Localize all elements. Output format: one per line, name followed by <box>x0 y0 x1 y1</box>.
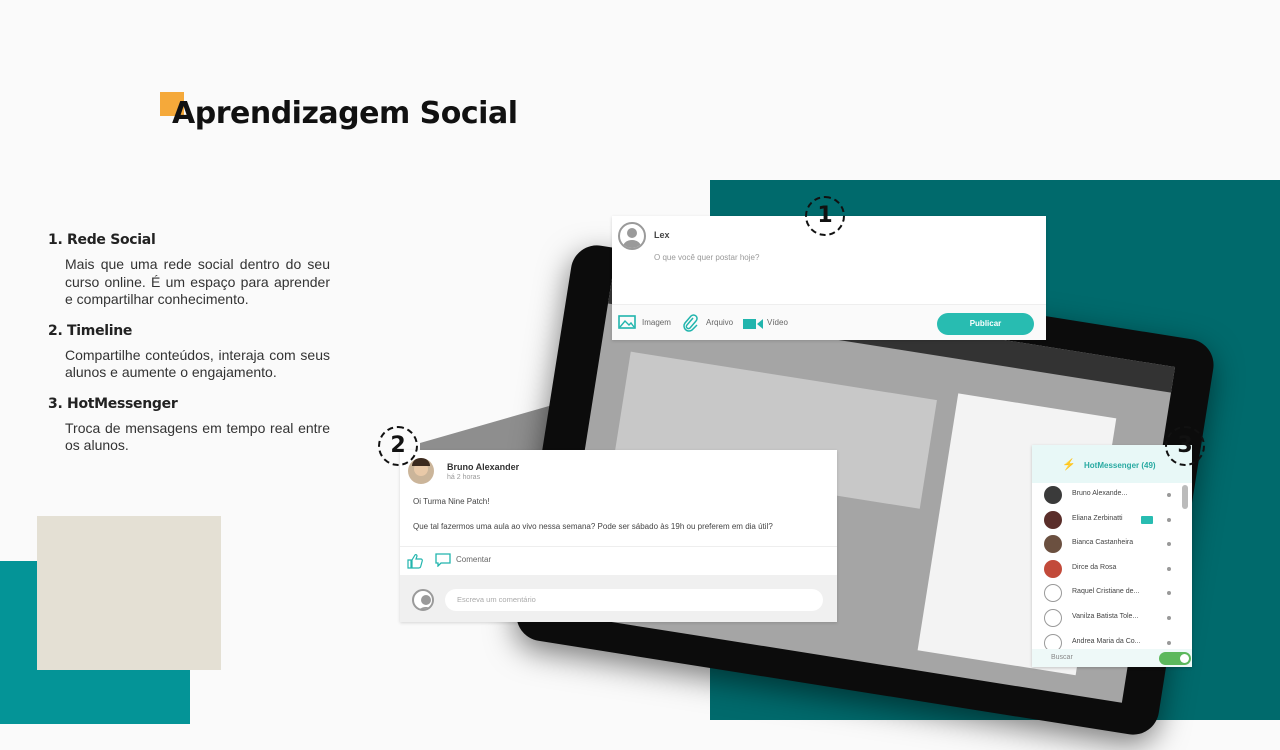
file-attach-button[interactable]: Arquivo <box>682 314 733 337</box>
feature-heading: 2. Timeline <box>48 322 133 339</box>
contact-list-scrollbar[interactable] <box>1182 485 1188 509</box>
hotmessenger-panel: ⚡ HotMessenger (49) Bruno Alexande... Eli… <box>1032 445 1192 667</box>
post-time: há 2 horas <box>447 474 481 481</box>
contact-avatar <box>1044 559 1062 578</box>
contact-list: Bruno Alexande... Eliana Zerbinatti Bianca… <box>1032 483 1182 655</box>
feature-description: Mais que uma rede social dentro do seu c… <box>65 256 330 307</box>
video-label: Vídeo <box>767 318 788 327</box>
contact-avatar <box>1044 486 1062 504</box>
like-button[interactable] <box>407 553 423 574</box>
contact-row[interactable]: Bruno Alexande... <box>1032 483 1182 508</box>
commenter-avatar-icon <box>412 589 434 611</box>
marker-2: 2 <box>378 426 418 466</box>
contact-avatar <box>1044 510 1062 529</box>
contact-name: Dirce da Rosa <box>1072 563 1117 571</box>
file-label: Arquivo <box>706 318 734 327</box>
post-actions: Comentar <box>400 546 837 574</box>
hotmessenger-footer: Buscar <box>1032 649 1192 667</box>
comment-input[interactable]: Escreva um comentário <box>445 589 823 611</box>
status-dot-icon <box>1167 615 1171 620</box>
contact-row[interactable]: Vanilza Batista Tole... <box>1032 606 1182 631</box>
status-dot-icon <box>1167 591 1171 596</box>
contact-name: Vanilza Batista Tole... <box>1072 612 1139 620</box>
status-dot-icon <box>1167 566 1171 571</box>
contact-avatar <box>1044 584 1062 603</box>
page-title: Aprendizagem Social <box>172 96 518 131</box>
user-avatar-icon <box>618 222 646 250</box>
video-attach-button[interactable]: Vídeo <box>743 317 788 335</box>
features-list: 1. Rede Social Mais que uma rede social … <box>48 232 330 469</box>
contact-row[interactable]: Bianca Castanheira <box>1032 532 1182 557</box>
comment-button[interactable]: Comentar <box>435 553 491 572</box>
hotmessenger-title: HotMessenger (49) <box>1084 461 1156 470</box>
feature-description: Compartilhe conteúdos, interaja com seus… <box>65 346 330 381</box>
timeline-post-card: Bruno Alexander há 2 horas Oi Turma Nine… <box>400 450 837 622</box>
contact-row[interactable]: Raquel Cristiane de... <box>1032 581 1182 606</box>
status-dot-icon <box>1167 542 1171 547</box>
composer-toolbar: Imagem Arquivo Vídeo Publicar <box>612 304 1046 340</box>
image-attach-button[interactable]: Imagem <box>618 315 671 334</box>
feature-heading: 1. Rede Social <box>48 232 156 248</box>
contact-avatar <box>1044 608 1062 627</box>
video-call-icon[interactable] <box>1141 515 1153 524</box>
lightning-bubble-icon: ⚡ <box>1062 459 1076 471</box>
beige-block <box>37 516 221 670</box>
contact-name: Bruno Alexande... <box>1072 490 1128 497</box>
feature-description: Troca de mensagens em tempo real entre o… <box>65 419 330 454</box>
post-text-line: Oi Turma Nine Patch! <box>413 497 490 506</box>
status-dot-icon <box>1167 493 1171 497</box>
feature-rede-social: 1. Rede Social Mais que uma rede social … <box>48 232 330 309</box>
publish-button[interactable]: Publicar <box>937 313 1034 335</box>
comment-bubble-icon <box>435 553 451 568</box>
marker-1: 1 <box>805 196 845 236</box>
comment-label: Comentar <box>456 555 492 564</box>
composer-user-name: Lex <box>654 230 670 240</box>
author-avatar <box>408 458 434 484</box>
feature-timeline: 2. Timeline Compartilhe conteúdos, inter… <box>48 323 330 382</box>
feature-heading: 3. HotMessenger <box>48 395 178 412</box>
contact-name: Andrea Maria da Co... <box>1072 637 1141 645</box>
contact-name: Eliana Zerbinatti <box>1072 514 1123 522</box>
comment-area: Escreva um comentário <box>400 575 837 622</box>
image-label: Imagem <box>642 318 671 327</box>
contact-name: Bianca Castanheira <box>1072 539 1134 547</box>
video-camera-icon <box>743 319 763 329</box>
paperclip-icon <box>683 314 698 332</box>
status-dot-icon <box>1167 517 1171 522</box>
post-text-line: Que tal fazermos uma aula ao vivo nessa … <box>413 522 773 531</box>
contact-avatar <box>1044 535 1062 554</box>
contact-row[interactable]: Dirce da Rosa <box>1032 557 1182 582</box>
search-input[interactable]: Buscar <box>1051 654 1073 661</box>
thumbs-up-icon <box>407 553 423 569</box>
contact-row[interactable]: Eliana Zerbinatti <box>1032 508 1182 533</box>
contact-name: Raquel Cristiane de... <box>1072 588 1140 596</box>
feature-hotmessenger: 3. HotMessenger Troca de mensagens em te… <box>48 396 330 455</box>
composer-input[interactable]: O que você quer postar hoje? <box>654 253 759 262</box>
marker-3: 3 <box>1165 426 1205 466</box>
online-toggle[interactable] <box>1159 652 1191 665</box>
status-dot-icon <box>1167 640 1171 645</box>
post-author[interactable]: Bruno Alexander <box>447 462 519 472</box>
image-icon <box>618 315 636 329</box>
